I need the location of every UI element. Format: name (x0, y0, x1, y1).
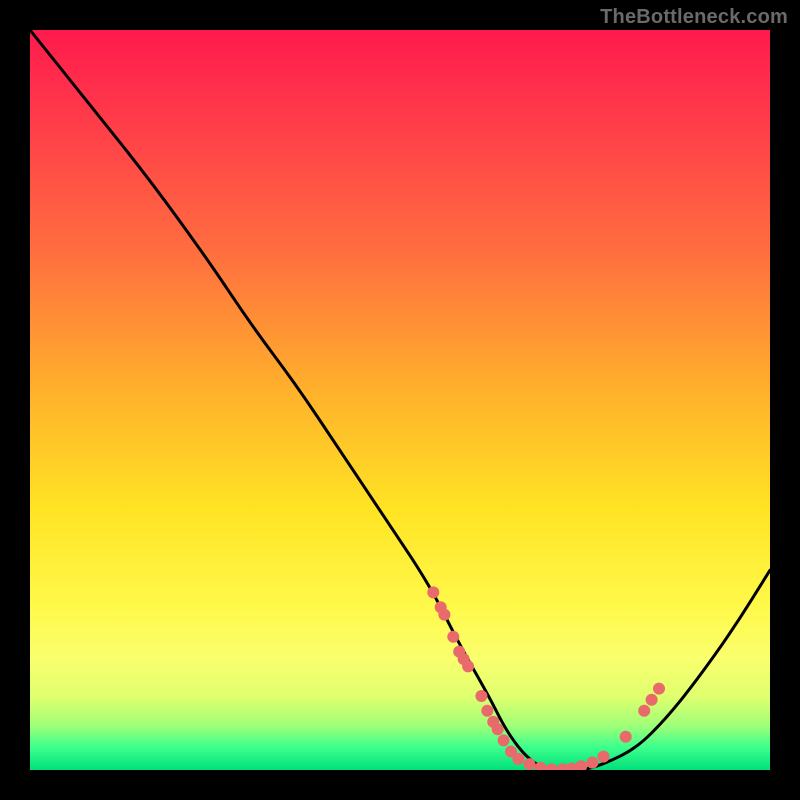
curve-marker (646, 694, 658, 706)
bottleneck-curve-svg (30, 30, 770, 770)
curve-marker (512, 753, 524, 765)
curve-marker (524, 758, 536, 770)
chart-frame: TheBottleneck.com (0, 0, 800, 800)
curve-marker (475, 690, 487, 702)
curve-marker (586, 757, 598, 769)
curve-marker (447, 631, 459, 643)
curve-markers (427, 586, 665, 770)
curve-marker (498, 734, 510, 746)
curve-marker (427, 586, 439, 598)
curve-marker (481, 705, 493, 717)
curve-marker (546, 763, 558, 770)
watermark-text: TheBottleneck.com (600, 6, 788, 29)
curve-marker (598, 751, 610, 763)
curve-marker (438, 609, 450, 621)
curve-marker (462, 660, 474, 672)
bottleneck-curve (30, 30, 770, 770)
curve-marker (653, 683, 665, 695)
plot-area (30, 30, 770, 770)
curve-marker (638, 705, 650, 717)
curve-marker (492, 723, 504, 735)
curve-marker (620, 731, 632, 743)
curve-marker (575, 760, 587, 770)
